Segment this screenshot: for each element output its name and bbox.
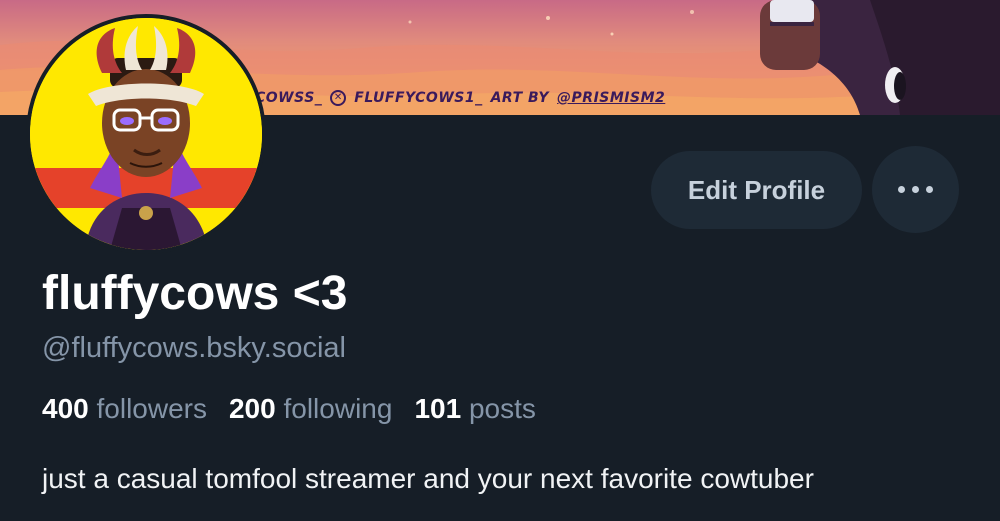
display-name: fluffycows <3 [42, 267, 348, 320]
posts-count: 101 [414, 393, 462, 424]
profile-bio: just a casual tomfool streamer and your … [42, 463, 814, 494]
followers-stat[interactable]: 400 followers [42, 393, 207, 425]
x-logo-icon: ✕ [330, 90, 347, 106]
banner-credit-handle-2: FLUFFYCOWS1_ [354, 90, 483, 106]
posts-label: posts [468, 393, 536, 424]
ellipsis-icon [912, 186, 919, 193]
avatar-art [30, 18, 262, 250]
following-count: 200 [228, 393, 276, 424]
followers-label: followers [96, 393, 207, 424]
posts-stat: 101 posts [414, 393, 535, 425]
following-stat[interactable]: 200 following [229, 393, 392, 425]
more-options-button[interactable] [872, 146, 959, 233]
followers-count: 400 [42, 393, 89, 424]
banner-credit-handle-1: COWSS_ [255, 90, 323, 106]
edit-profile-button[interactable]: Edit Profile [651, 151, 862, 229]
profile-handle: @fluffycows.bsky.social [42, 332, 346, 364]
banner-credit-art-by: ART BY [490, 90, 550, 106]
ellipsis-icon [926, 186, 933, 193]
banner-credit-artist: @PRISMISM2 [557, 90, 666, 106]
following-label: following [283, 393, 393, 424]
avatar[interactable] [26, 14, 266, 254]
banner-credit: COWSS_ ✕ FLUFFYCOWS1_ ART BY @PRISMISM2 [255, 90, 665, 106]
profile-stats: 400 followers 200 following 101 posts [42, 393, 536, 425]
ellipsis-icon [898, 186, 905, 193]
